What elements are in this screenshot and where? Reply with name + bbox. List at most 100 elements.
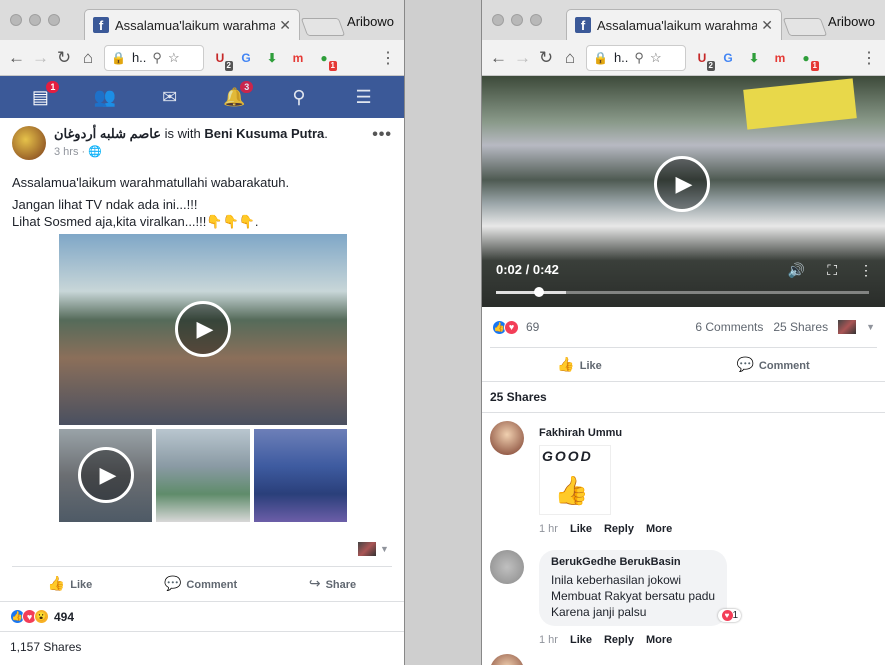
- zoom-icon[interactable]: ⚲: [152, 50, 162, 66]
- comment-button[interactable]: 💬 Comment: [164, 575, 237, 592]
- back-icon[interactable]: ←: [490, 48, 507, 68]
- minimize-window-button[interactable]: [511, 14, 523, 26]
- play-icon[interactable]: ▶: [175, 301, 231, 357]
- back-icon[interactable]: ←: [8, 48, 25, 68]
- post-line: Assalamua'laikum warahmatullahi wabaraka…: [12, 175, 290, 190]
- video-controls: 🔊 ⛶ ⋮: [788, 262, 873, 279]
- like-button[interactable]: 👍 Like: [48, 575, 92, 592]
- commenter-avatar[interactable]: [490, 654, 524, 665]
- reactions-summary[interactable]: 👍 ♥ 😮 494: [0, 601, 404, 631]
- reactions-summary[interactable]: 👍 ♥ 69: [492, 319, 539, 335]
- commenter-avatar[interactable]: [490, 550, 524, 584]
- profile-name[interactable]: Aribowo: [828, 14, 875, 29]
- comment-bubble: BerukGedhe BerukBasin Inila keberhasilan…: [539, 550, 742, 626]
- forward-icon[interactable]: →: [32, 48, 49, 68]
- video-options-icon[interactable]: ⋮: [859, 262, 873, 279]
- close-window-button[interactable]: [492, 14, 504, 26]
- flag-decoration: [743, 78, 857, 130]
- download-icon[interactable]: ⬇: [746, 50, 762, 66]
- m-icon[interactable]: m: [772, 50, 788, 66]
- shares-count[interactable]: 1,157 Shares: [10, 640, 81, 654]
- comment-button[interactable]: 💬 Comment: [736, 356, 809, 373]
- search-icon[interactable]: ⚲: [287, 87, 311, 108]
- thumbnail-photo[interactable]: [253, 429, 347, 522]
- commenter-name[interactable]: BerukGedhe BerukBasin: [551, 556, 715, 568]
- video-progress-bar[interactable]: [496, 287, 869, 297]
- fullscreen-icon[interactable]: ⛶: [827, 262, 837, 279]
- profile-name[interactable]: Aribowo: [347, 14, 394, 29]
- thumbnail-video[interactable]: ▶: [59, 429, 153, 522]
- thumbnail-photo[interactable]: [156, 429, 250, 522]
- browser-tab[interactable]: f Assalamua'laikum warahmatullahi ✕: [566, 9, 782, 40]
- comment-reaction[interactable]: ♥ 1: [717, 609, 742, 622]
- video-scrubber-handle[interactable]: [533, 287, 544, 297]
- lock-icon: 🔒: [593, 50, 608, 65]
- address-bar[interactable]: 🔒 h.. ⚲ ☆: [586, 44, 686, 71]
- like-label: Like: [579, 360, 602, 372]
- author-name[interactable]: عاصم شلبه أردوغان: [54, 126, 161, 141]
- comment-time[interactable]: 1 hr: [539, 634, 558, 646]
- minimize-window-button[interactable]: [29, 14, 41, 26]
- viewer-avatar: [838, 320, 857, 334]
- new-tab-button[interactable]: [300, 18, 346, 36]
- tagged-name[interactable]: Beni Kusuma Putra: [204, 126, 324, 141]
- home-icon[interactable]: ⌂: [80, 48, 96, 68]
- post-time[interactable]: 3 hrs · 🌐: [54, 145, 372, 158]
- comments-count[interactable]: 6 Comments: [695, 320, 763, 334]
- new-tab-button[interactable]: [782, 18, 828, 36]
- translate-icon[interactable]: G: [720, 50, 736, 66]
- close-window-button[interactable]: [10, 14, 22, 26]
- reload-icon[interactable]: ↻: [56, 48, 72, 68]
- share-button[interactable]: ↪ Share: [309, 575, 356, 592]
- commenter-name[interactable]: Fakhirah Ummu: [539, 427, 672, 439]
- main-video[interactable]: ▶: [59, 234, 347, 425]
- browser-menu-icon[interactable]: ⋮: [861, 48, 877, 68]
- download-icon[interactable]: ⬇: [264, 50, 280, 66]
- ublock-icon[interactable]: U2: [694, 50, 715, 71]
- home-icon[interactable]: ⌂: [562, 48, 578, 68]
- news-feed-icon[interactable]: ▤ 1: [28, 79, 61, 108]
- address-bar[interactable]: 🔒 h.. ⚲ ☆: [104, 44, 204, 71]
- green-ext-icon[interactable]: ● 1: [316, 50, 337, 71]
- comment-reply-link[interactable]: Reply: [604, 634, 634, 646]
- comment-time[interactable]: 1 hr: [539, 523, 558, 535]
- maximize-window-button[interactable]: [48, 14, 60, 26]
- caret-down-icon[interactable]: ▼: [866, 322, 875, 332]
- video-player[interactable]: ▶ 0:02 / 0:42 🔊 ⛶ ⋮: [482, 76, 885, 307]
- share-audience[interactable]: ▼: [358, 542, 389, 556]
- bookmark-star-icon[interactable]: ☆: [168, 50, 180, 66]
- menu-icon[interactable]: ☰: [352, 87, 376, 108]
- notifications-icon[interactable]: 🔔 3: [222, 79, 255, 108]
- like-button[interactable]: 👍 Like: [557, 356, 601, 373]
- friends-icon[interactable]: 👥: [93, 87, 117, 108]
- comment-like-link[interactable]: Like: [570, 523, 592, 535]
- tab-close-icon[interactable]: ✕: [761, 17, 773, 34]
- comment-more-link[interactable]: More: [646, 523, 672, 535]
- author-avatar[interactable]: [12, 126, 46, 160]
- forward-icon[interactable]: →: [514, 48, 531, 68]
- commenter-avatar[interactable]: [490, 421, 524, 455]
- ublock-icon[interactable]: U2: [212, 50, 233, 71]
- good-sticker: GOOD 👍: [539, 445, 611, 515]
- comment-reply-link[interactable]: Reply: [604, 523, 634, 535]
- play-icon[interactable]: ▶: [78, 447, 134, 503]
- green-ext-icon[interactable]: ● 1: [798, 50, 819, 71]
- maximize-window-button[interactable]: [530, 14, 542, 26]
- messenger-icon[interactable]: ✉: [158, 87, 182, 108]
- volume-icon[interactable]: 🔊: [788, 262, 805, 279]
- play-icon[interactable]: ▶: [654, 156, 710, 212]
- browser-menu-icon[interactable]: ⋮: [380, 48, 396, 68]
- zoom-icon[interactable]: ⚲: [634, 50, 644, 66]
- tab-strip: f Assalamua'laikum warahmatullahi ✕ Arib…: [0, 0, 404, 40]
- m-icon[interactable]: m: [290, 50, 306, 66]
- comment-more-link[interactable]: More: [646, 634, 672, 646]
- post-options-icon[interactable]: •••: [372, 126, 392, 144]
- comment-text-line: Membuat Rakyat bersatu padu: [551, 589, 716, 603]
- browser-tab[interactable]: f Assalamua'laikum warahmatullahi ✕: [84, 9, 300, 40]
- tab-close-icon[interactable]: ✕: [279, 17, 291, 34]
- translate-icon[interactable]: G: [238, 50, 254, 66]
- bookmark-star-icon[interactable]: ☆: [650, 50, 662, 66]
- shares-count[interactable]: 25 Shares: [773, 320, 828, 334]
- reload-icon[interactable]: ↻: [538, 48, 554, 68]
- comment-like-link[interactable]: Like: [570, 634, 592, 646]
